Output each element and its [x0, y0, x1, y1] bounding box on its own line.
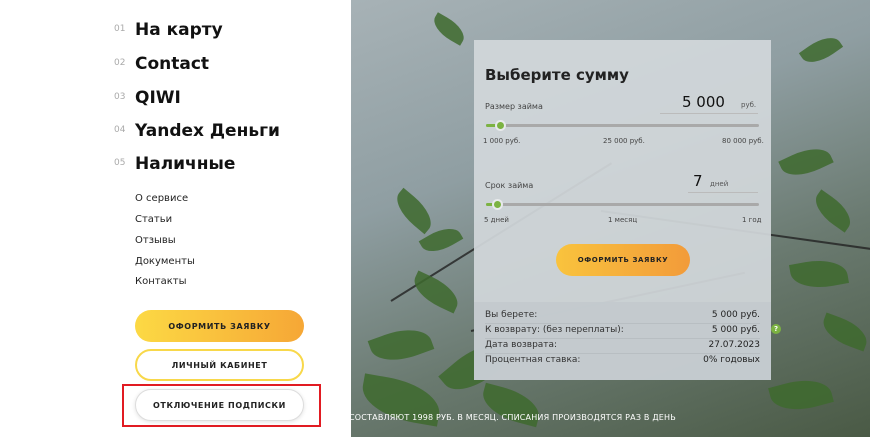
summary-key: Дата возврата:	[485, 340, 558, 350]
term-value: 7	[693, 172, 703, 190]
summary-key: К возврату: (без переплаты):	[485, 325, 624, 335]
nav-label: Наличные	[135, 154, 236, 174]
term-slider[interactable]	[486, 199, 759, 210]
summary-row: К возврату: (без переплаты): 5 000 руб. …	[485, 324, 781, 339]
cabinet-button[interactable]: ЛИЧНЫЙ КАБИНЕТ	[135, 349, 304, 381]
order-button[interactable]: ОФОРМИТЬ ЗАЯВКУ	[135, 310, 304, 342]
amount-input[interactable]: 5 000 руб.	[660, 92, 758, 114]
link-articles[interactable]: Статьи	[135, 214, 172, 225]
help-icon[interactable]: ?	[771, 324, 781, 334]
nav-number: 04	[114, 125, 126, 135]
nav-number: 05	[114, 158, 126, 168]
amount-tick-min: 1 000 руб.	[483, 137, 521, 145]
loan-calculator-card: Выберите сумму Размер займа 5 000 руб. 1…	[474, 40, 781, 380]
amount-tick-mid: 25 000 руб.	[603, 137, 645, 145]
term-tick-mid: 1 месяц	[608, 216, 638, 224]
summary-value: 5 000 руб.	[711, 310, 760, 320]
amount-tick-max: 80 000 руб.	[722, 137, 764, 145]
nav-number: 03	[114, 92, 126, 102]
highlight-frame	[122, 384, 321, 427]
summary-row: Процентная ставка: 0% годовых	[485, 355, 760, 368]
term-tick-min: 5 дней	[484, 216, 509, 224]
amount-value: 5 000	[682, 93, 725, 111]
link-contacts[interactable]: Контакты	[135, 276, 186, 287]
submit-application-button[interactable]: ОФОРМИТЬ ЗАЯВКУ	[556, 244, 690, 276]
nav-label: Yandex Деньги	[135, 121, 280, 141]
summary-value: 5 000 руб.	[711, 325, 760, 335]
summary-key: Вы берете:	[485, 310, 538, 320]
subscription-notice: СОСТАВЛЯЮТ 1998 РУБ. В МЕСЯЦ. СПИСАНИЯ П…	[349, 413, 676, 422]
link-documents[interactable]: Документы	[135, 256, 195, 267]
summary-row: Дата возврата: 27.07.2023	[485, 340, 760, 354]
nav-number: 02	[114, 58, 126, 68]
nav-number: 01	[114, 24, 126, 34]
loan-summary: Вы берете: 5 000 руб. К возврату: (без п…	[474, 302, 781, 380]
term-slider-handle[interactable]	[491, 199, 503, 210]
link-reviews[interactable]: Отзывы	[135, 235, 176, 246]
term-input[interactable]: 7 дней	[688, 171, 758, 193]
amount-label: Размер займа	[485, 102, 543, 111]
amount-slider-handle[interactable]	[494, 120, 506, 131]
summary-key: Процентная ставка:	[485, 355, 581, 365]
nav-label: На карту	[135, 20, 223, 40]
link-about[interactable]: О сервисе	[135, 193, 188, 204]
calculator-title: Выберите сумму	[485, 66, 629, 84]
summary-row: Вы берете: 5 000 руб.	[485, 310, 760, 324]
term-tick-max: 1 год	[742, 216, 762, 224]
summary-value: 0% годовых	[703, 355, 760, 365]
term-label: Срок займа	[485, 181, 534, 190]
sidebar: 01 На карту 02 Contact 03 QIWI 04 Yandex…	[0, 0, 351, 437]
nav-label: QIWI	[135, 88, 181, 108]
summary-value: 27.07.2023	[708, 340, 760, 350]
amount-unit: руб.	[741, 101, 757, 109]
term-unit: дней	[710, 180, 729, 188]
amount-slider[interactable]	[486, 120, 759, 131]
nav-label: Contact	[135, 54, 210, 74]
